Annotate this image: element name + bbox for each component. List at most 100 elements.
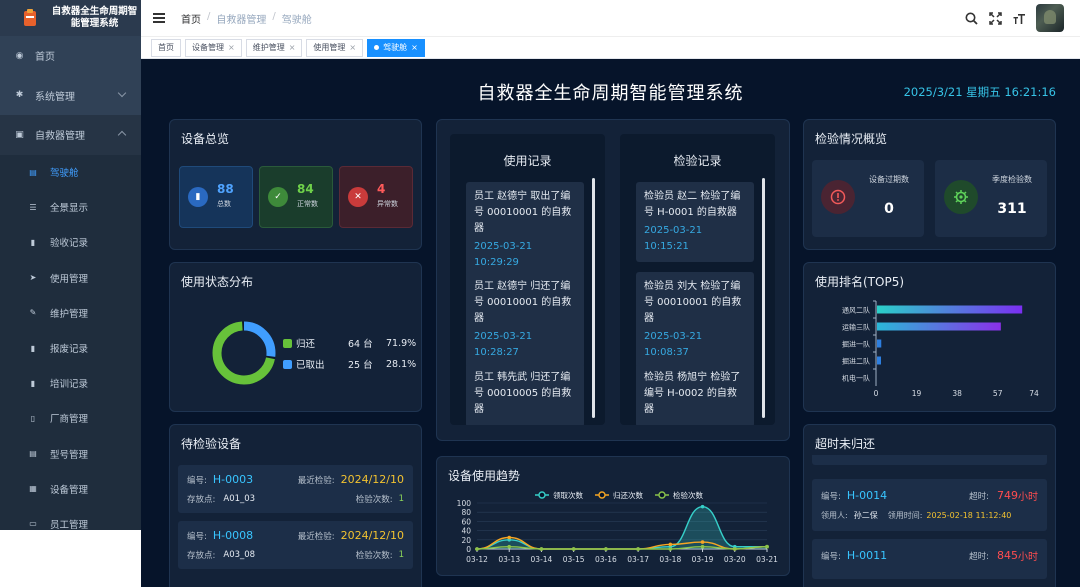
font-size-icon[interactable] [1012,11,1026,25]
close-icon[interactable]: × [349,43,356,52]
search-icon[interactable] [964,11,978,25]
sidebar-item-rescuer[interactable]: ▣ 自救器管理 [0,115,141,155]
quarter-card[interactable]: 季度检验数 311 [935,160,1047,237]
overdue-item[interactable]: 编号: H-0011 超时: 845 小时 [812,539,1047,579]
sidebar-sub-item[interactable]: ▭ 员工管理 [0,506,141,530]
tag-maintenance[interactable]: 维护管理 × [245,38,303,57]
chevron-up-icon [117,130,127,140]
stat-normal-label: 正常数 [297,200,318,208]
close-icon[interactable]: × [289,43,296,52]
alert-icon [821,180,855,214]
rank-x-tick: 0 [874,389,879,398]
sidebar-sub-label: 设备管理 [50,484,89,496]
sidebar-sub-item[interactable]: ▮ 报废记录 [0,330,141,366]
sidebar-item-label: 首页 [35,52,55,64]
trend-legend-marker [538,491,546,499]
expired-card[interactable]: 设备过期数 0 [812,160,924,237]
sidebar-sub-item[interactable]: ▤ 驾驶舱 [0,154,141,190]
trend-point [636,547,640,551]
sidebar-sub-item[interactable]: ▯ 厂商管理 [0,400,141,436]
stat-total-label: 总数 [217,200,231,208]
user-name: 孙二保 [853,511,878,520]
trend-panel: 设备使用趋势 0 20 40 60 80 100 03-12 03-13 03-14 03-15 0… [436,456,790,576]
sidebar-item-label: 系统管理 [35,91,75,103]
record-item[interactable]: 检验员 赵二 检验了编号 H-0001 的自救器 2025-03-21 10:15… [636,182,754,262]
tag-usage[interactable]: 使用管理 × [306,38,364,57]
code-label: 编号: [821,551,841,562]
logo-title: 自救器全生命周期智能管理系统 [51,6,138,29]
trend-x-tick: 03-17 [627,555,649,564]
stat-normal-value: 84 [297,182,314,196]
records-panel: 使用记录 员工 赵德宁 取出了编号 00010001 的自救器 2025-03-2… [436,119,790,441]
close-icon[interactable]: × [228,43,235,52]
sidebar-sub-item[interactable]: ▮ 培训记录 [0,365,141,401]
overtime-label: 超时: [969,491,989,502]
inspection-title: 检验情况概览 [815,132,888,146]
stat-abnormal-value: 4 [377,182,386,196]
usage-donut-chart [212,321,276,385]
menu-item-icon: ▤ [29,449,37,459]
rank-bar [877,322,1001,331]
overdue-item[interactable]: 编号: H-0014 超时: 749 小时 领用人: 孙二保 领用时间: 2025-02-18 … [812,479,1047,531]
menu-item-icon: ▮ [30,378,36,388]
rank-bar [877,339,882,348]
sidebar-sub-item[interactable]: ▦ 设备管理 [0,471,141,507]
breadcrumb-rescuer[interactable]: 自救器管理 [216,11,266,26]
location-label: 存放点: [187,551,216,561]
breadcrumb-home[interactable]: 首页 [181,11,201,26]
pending-item[interactable]: 编号: H-0008 最近检验: 2024/12/10 存放点: A03_08 检验次数: 1 [178,521,413,569]
scrollbar[interactable] [762,178,765,418]
ranking-chart: 通风二队运输三队掘进一队掘进二队机电一队 0 19 38 57 74 [842,300,1039,398]
sidebar-logo[interactable]: 自救器全生命周期智能管理系统 [0,0,141,36]
stat-abnormal[interactable]: ✕ 4 异常数 [339,166,413,228]
breadcrumb-current: 驾驶舱 [281,14,312,26]
pending-title: 待检验设备 [181,437,242,451]
nav-right [964,4,1064,32]
sidebar-sub-item[interactable]: ▤ 型号管理 [0,436,141,472]
tag-home[interactable]: 首页 [151,38,181,57]
sidebar-item-home[interactable]: ◉ 首页 [0,36,141,76]
stat-total-value: 88 [217,182,234,196]
trend-legend-label: 归还次数 [613,490,643,500]
hamburger-icon[interactable] [153,13,165,23]
menu-item-icon: ▮ [30,343,36,353]
legend-returned: 归还 64 台 71.9% [283,336,416,350]
sidebar-sub-label: 报废记录 [50,344,89,356]
record-item[interactable]: 检验员 杨旭宁 检验了编号 H-0002 的自救器 [636,363,754,425]
sidebar-item-system[interactable]: ✱ 系统管理 [0,76,141,116]
sidebar-sub-label: 维护管理 [50,308,89,320]
sidebar-sub-item[interactable]: ▮ 验收记录 [0,224,141,261]
fullscreen-icon[interactable] [988,11,1002,25]
trend-x-tick: 03-12 [466,555,488,564]
record-time: 2025-03-21 10:15:21 [644,225,703,252]
record-item[interactable]: 员工 赵德宁 取出了编号 00010001 的自救器 2025-03-21 10:… [466,182,584,278]
stat-normal[interactable]: ✓ 84 正常数 [259,166,333,228]
close-icon[interactable]: × [411,43,418,52]
sidebar-sub-item[interactable]: ✎ 维护管理 [0,295,141,331]
stat-total[interactable]: ▮ 88 总数 [179,166,253,228]
tag-cockpit[interactable]: 驾驶舱 × [367,38,425,57]
location-label: 存放点: [187,495,216,505]
record-item[interactable]: 员工 韩先武 归还了编号 00010005 的自救器 [466,363,584,425]
menu-item-icon: ▮ [30,237,36,247]
dashboard: 自救器全生命周期智能管理系统 2025/3/21 星期五 16:21:16 设备… [141,59,1080,587]
pending-item[interactable]: 编号: H-0003 最近检验: 2024/12/10 存放点: A01_03 检验次数: 1 [178,465,413,513]
tag-device[interactable]: 设备管理 × [185,38,242,57]
legend-label: 已取出 [296,360,325,371]
record-time: 2025-03-21 10:29:29 [474,241,533,268]
record-item[interactable]: 检验员 刘大 检验了编号 00010001 的自救器 2025-03-21 10:… [636,272,754,368]
sidebar-sub-item[interactable]: ➤ 使用管理 [0,260,141,296]
scrollbar[interactable] [592,178,595,418]
record-item[interactable]: 员工 赵德宁 归还了编号 00010001 的自救器 2025-03-21 10:… [466,272,584,368]
avatar[interactable] [1036,4,1064,32]
location-value: A03_08 [223,550,256,560]
sidebar-sub-item[interactable]: ☰ 全景显示 [0,189,141,225]
user-label: 领用人: [821,511,848,520]
trend-x-tick: 03-15 [563,555,585,564]
menu-item-icon: ▦ [29,484,37,494]
overdue-title: 超时未归还 [815,437,876,451]
trend-x-tick: 03-20 [724,555,746,564]
legend-taken: 已取出 25 台 28.1% [283,357,416,371]
code-label: 编号: [187,475,207,486]
legend-swatch [283,338,292,348]
